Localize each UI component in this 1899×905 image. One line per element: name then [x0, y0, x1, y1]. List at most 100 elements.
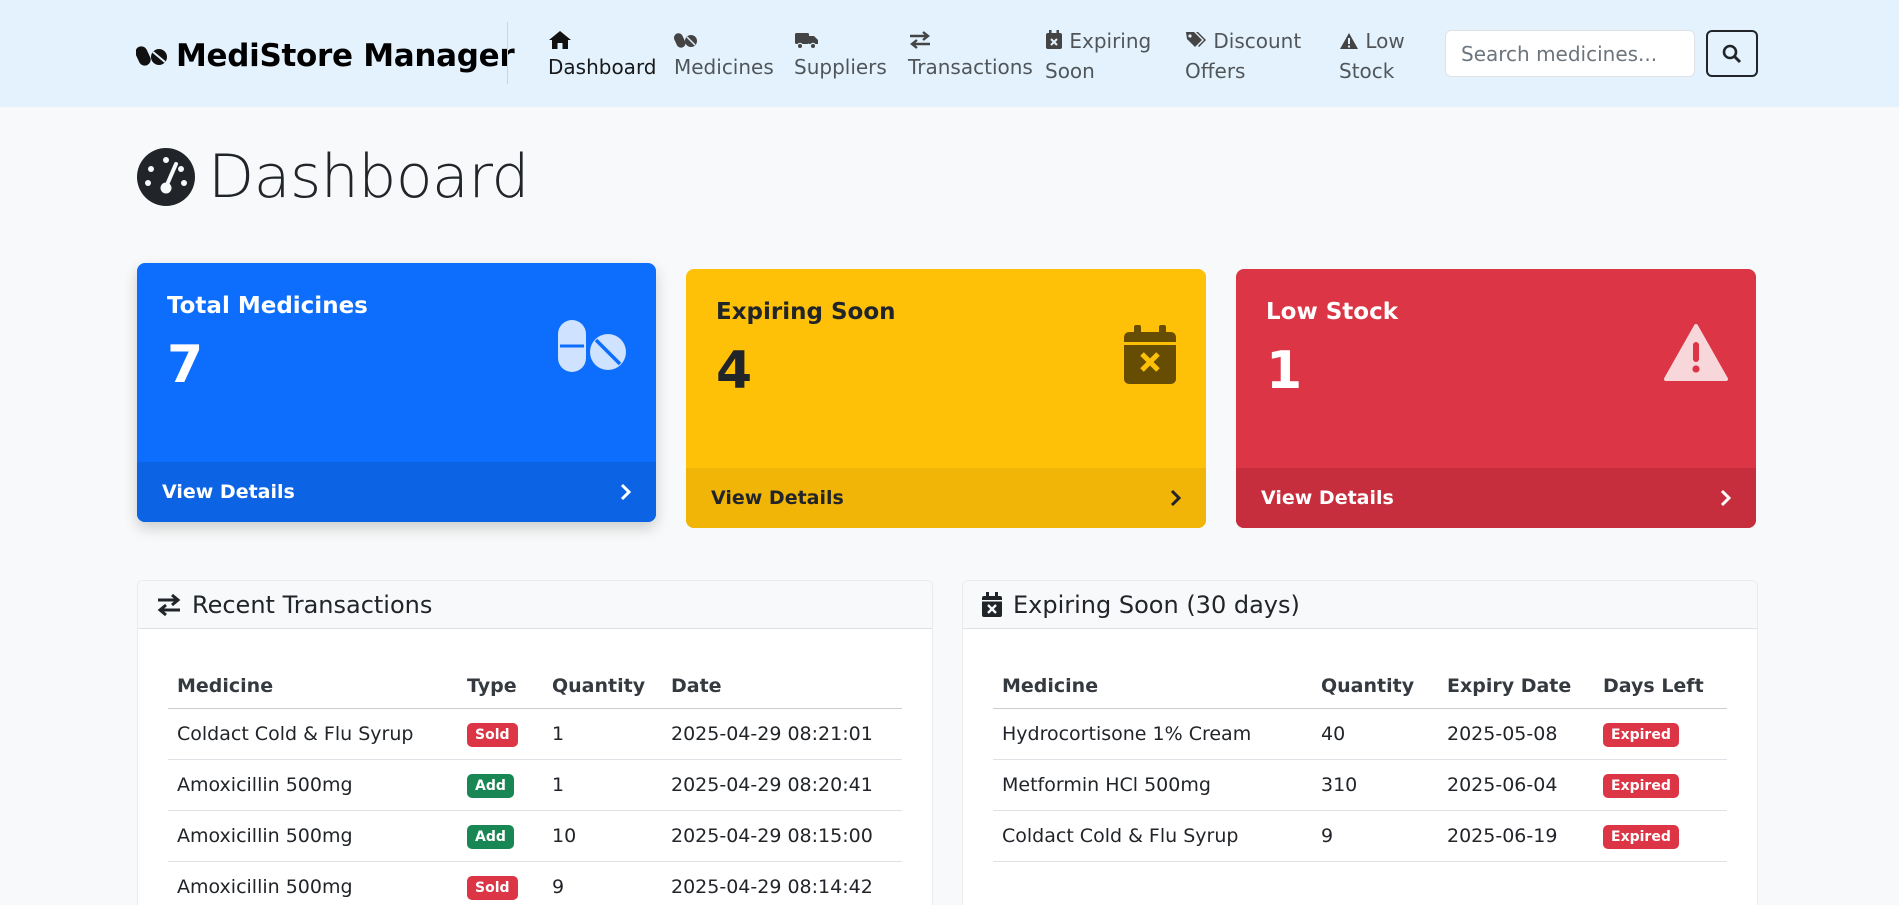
- table-header-row: Medicine Type Quantity Date: [168, 663, 902, 709]
- table-row: Amoxicillin 500mg Add 10 2025-04-29 08:1…: [168, 811, 902, 862]
- cell-quantity: 310: [1321, 774, 1358, 796]
- nav-item-label-2: Offers: [1185, 59, 1246, 83]
- pills-icon: [674, 33, 697, 48]
- page-title-text: Dashboard: [208, 142, 530, 212]
- calendar-x-icon: [1046, 30, 1062, 49]
- cell-expiry-date: 2025-06-19: [1447, 825, 1558, 847]
- cell-medicine: Hydrocortisone 1% Cream: [1002, 723, 1252, 745]
- nav-item-low-stock[interactable]: Low Stock: [1339, 26, 1405, 86]
- cell-quantity: 1: [552, 723, 565, 745]
- table-row: Hydrocortisone 1% Cream 40 2025-05-08 Ex…: [993, 709, 1727, 760]
- table-header-row: Medicine Quantity Expiry Date Days Left: [993, 663, 1727, 709]
- cell-date: 2025-04-29 08:14:42: [671, 876, 873, 898]
- panel-header: Expiring Soon (30 days): [963, 581, 1757, 629]
- table-row: Coldact Cold & Flu Syrup 9 2025-06-19 Ex…: [993, 811, 1727, 862]
- cell-date: 2025-04-29 08:15:00: [671, 825, 873, 847]
- table-row: Coldact Cold & Flu Syrup Sold 1 2025-04-…: [168, 709, 902, 760]
- cell-quantity: 9: [552, 876, 565, 898]
- type-badge: Add: [467, 824, 514, 849]
- nav-item-label: Low: [1365, 29, 1405, 53]
- expiring-table: Medicine Quantity Expiry Date Days Left …: [993, 663, 1727, 862]
- cell-expiry-date: 2025-06-04: [1447, 774, 1558, 796]
- nav-item-label: Suppliers: [794, 55, 887, 79]
- total-medicines-card: Total Medicines 7 View Details: [137, 263, 656, 522]
- column-header-type: Type: [467, 674, 517, 697]
- chevron-right-icon: [1720, 489, 1732, 507]
- warning-icon: [1340, 33, 1358, 49]
- nav-item-label: Transactions: [908, 55, 1033, 79]
- view-details-link[interactable]: View Details: [137, 462, 656, 522]
- view-details-link[interactable]: View Details: [1236, 468, 1756, 528]
- nav-item-label: Medicines: [674, 55, 774, 79]
- transactions-table: Medicine Type Quantity Date Coldact Cold…: [168, 663, 902, 905]
- tags-icon: [1186, 32, 1206, 47]
- cell-quantity: 1: [552, 774, 565, 796]
- cell-medicine: Metformin HCl 500mg: [1002, 774, 1211, 796]
- cell-date: 2025-04-29 08:21:01: [671, 723, 873, 745]
- truck-icon: [795, 33, 818, 50]
- nav-item-label: Discount: [1213, 29, 1302, 53]
- search-icon: [1722, 44, 1742, 63]
- nav-item-medicines[interactable]: Medicines: [674, 26, 774, 82]
- pills-icon: [136, 46, 167, 66]
- brand-name: MediStore Manager: [176, 38, 515, 74]
- table-row: Metformin HCl 500mg 310 2025-06-04 Expir…: [993, 760, 1727, 811]
- table-row: Amoxicillin 500mg Sold 9 2025-04-29 08:1…: [168, 862, 902, 905]
- cell-medicine: Coldact Cold & Flu Syrup: [1002, 825, 1239, 847]
- nav-item-label-2: Stock: [1339, 59, 1395, 83]
- nav-item-transactions[interactable]: Transactions: [908, 26, 1033, 82]
- exchange-icon: [157, 593, 181, 616]
- recent-transactions-panel: Recent Transactions Medicine Type Quanti…: [137, 580, 933, 905]
- page-title: Dashboard: [136, 142, 530, 212]
- column-header-days-left: Days Left: [1603, 674, 1704, 697]
- column-header-quantity: Quantity: [1321, 674, 1415, 697]
- gauge-icon: [137, 148, 195, 206]
- expiring-soon-card: Expiring Soon 4 View Details: [686, 269, 1206, 528]
- expired-badge: Expired: [1603, 722, 1679, 747]
- view-details-link[interactable]: View Details: [686, 468, 1206, 528]
- nav-item-dashboard[interactable]: Dashboard: [548, 26, 657, 82]
- cell-medicine: Amoxicillin 500mg: [177, 825, 353, 847]
- cell-quantity: 10: [552, 825, 577, 847]
- type-badge: Sold: [467, 722, 518, 747]
- search-input[interactable]: [1445, 30, 1695, 77]
- card-value: 4: [716, 341, 753, 401]
- cell-expiry-date: 2025-05-08: [1447, 723, 1558, 745]
- low-stock-card: Low Stock 1 View Details: [1236, 269, 1756, 528]
- panel-title: Recent Transactions: [192, 590, 433, 619]
- column-header-quantity: Quantity: [552, 674, 646, 697]
- expired-badge: Expired: [1603, 824, 1679, 849]
- pills-icon: [556, 318, 628, 378]
- nav-item-label: Dashboard: [548, 55, 657, 79]
- nav-item-label: Expiring: [1069, 29, 1152, 53]
- cell-date: 2025-04-29 08:20:41: [671, 774, 873, 796]
- nav-divider: [507, 22, 508, 84]
- nav-item-expiring-soon[interactable]: Expiring Soon: [1045, 26, 1151, 86]
- brand[interactable]: MediStore Manager: [136, 36, 515, 76]
- card-value: 7: [167, 335, 204, 395]
- column-header-medicine: Medicine: [177, 674, 274, 697]
- chevron-right-icon: [1170, 489, 1182, 507]
- chevron-right-icon: [620, 483, 632, 501]
- expired-badge: Expired: [1603, 773, 1679, 798]
- card-label: Total Medicines: [167, 293, 368, 319]
- column-header-expiry-date: Expiry Date: [1447, 674, 1572, 697]
- column-header-date: Date: [671, 674, 722, 697]
- nav-item-suppliers[interactable]: Suppliers: [794, 26, 887, 82]
- cell-quantity: 40: [1321, 723, 1346, 745]
- nav-item-discount-offers[interactable]: Discount Offers: [1185, 26, 1301, 86]
- card-label: Low Stock: [1266, 299, 1399, 325]
- table-row: Amoxicillin 500mg Add 1 2025-04-29 08:20…: [168, 760, 902, 811]
- column-header-medicine: Medicine: [1002, 674, 1099, 697]
- type-badge: Sold: [467, 875, 518, 900]
- navbar: MediStore Manager Dashboard Medicines Su…: [0, 0, 1899, 107]
- search-button[interactable]: [1706, 30, 1758, 77]
- panel-header: Recent Transactions: [138, 581, 932, 629]
- home-icon: [549, 31, 571, 49]
- view-details-label: View Details: [711, 487, 844, 509]
- cell-medicine: Coldact Cold & Flu Syrup: [177, 723, 414, 745]
- panel-title: Expiring Soon (30 days): [1013, 590, 1300, 619]
- nav-item-label-2: Soon: [1045, 59, 1095, 83]
- cell-medicine: Amoxicillin 500mg: [177, 774, 353, 796]
- type-badge: Add: [467, 773, 514, 798]
